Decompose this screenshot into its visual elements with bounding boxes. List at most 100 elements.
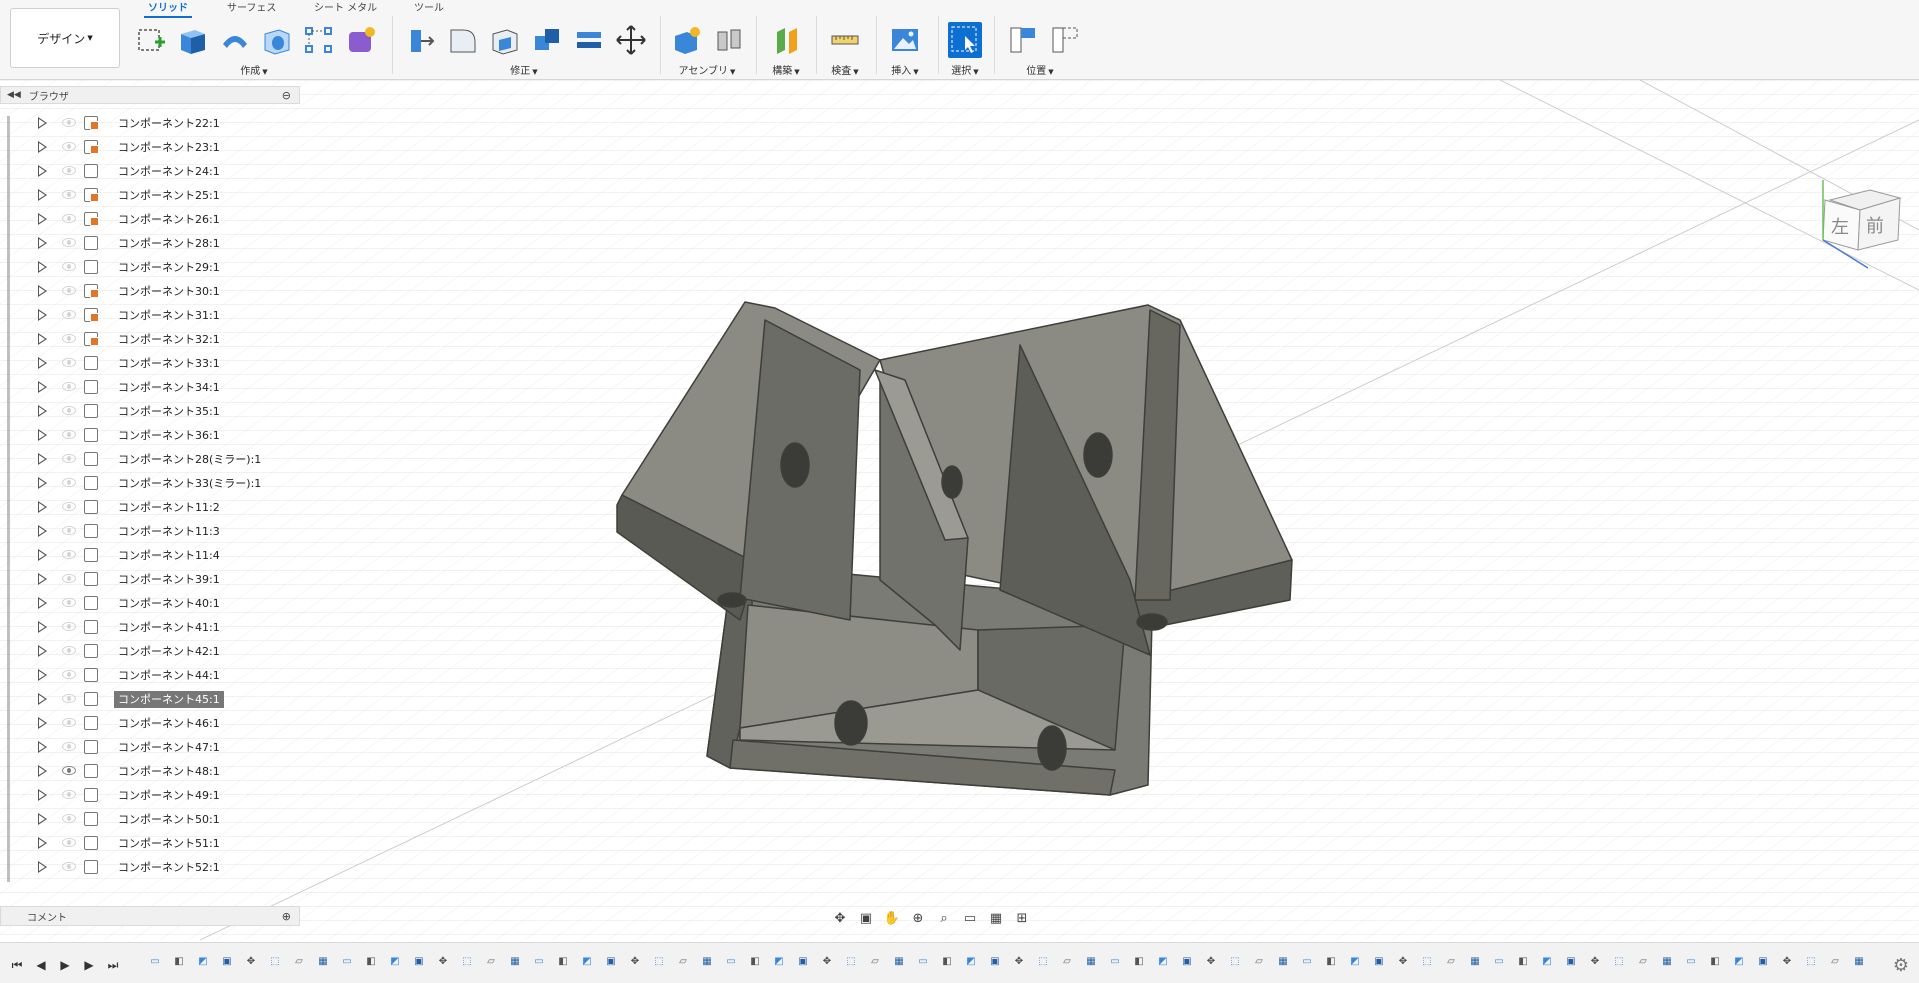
browser-row-label[interactable]: コンポーネント41:1 [114, 619, 224, 636]
visibility-eye-icon[interactable] [62, 790, 76, 799]
timeline-feature-icon[interactable]: ▭ [340, 954, 354, 968]
visibility-eye-icon[interactable] [62, 814, 76, 823]
expand-triangle-icon[interactable] [38, 861, 47, 873]
browser-row[interactable]: コンポーネント39:1 [10, 568, 300, 590]
timeline-feature-icon[interactable]: ▭ [1300, 954, 1314, 968]
timeline-feature-icon[interactable]: ▦ [316, 954, 330, 968]
revolve-button[interactable] [218, 22, 252, 58]
timeline-feature-icon[interactable]: ⬚ [844, 954, 858, 968]
visibility-eye-icon[interactable] [62, 502, 76, 511]
shell-button[interactable] [488, 22, 522, 58]
expand-triangle-icon[interactable] [38, 549, 47, 561]
expand-triangle-icon[interactable] [38, 813, 47, 825]
browser-row[interactable]: コンポーネント23:1 [10, 136, 300, 158]
revert-position-button[interactable] [1048, 22, 1082, 58]
timeline-feature-icon[interactable]: ◩ [1156, 954, 1170, 968]
viewports-icon[interactable]: ⊞ [1012, 909, 1032, 927]
select-button[interactable] [948, 22, 982, 58]
browser-row[interactable]: コンポーネント11:2 [10, 496, 300, 518]
expand-triangle-icon[interactable] [38, 717, 47, 729]
browser-row[interactable]: コンポーネント33:1 [10, 352, 300, 374]
browser-row-label[interactable]: コンポーネント11:4 [114, 547, 224, 564]
browser-row-label[interactable]: コンポーネント11:2 [114, 499, 224, 516]
expand-triangle-icon[interactable] [38, 645, 47, 657]
browser-row[interactable]: コンポーネント35:1 [10, 400, 300, 422]
joint-button[interactable] [712, 22, 746, 58]
timeline-feature-icon[interactable]: ▱ [1828, 954, 1842, 968]
browser-row[interactable]: コンポーネント45:1 [10, 688, 300, 710]
browser-row-label[interactable]: コンポーネント26:1 [114, 211, 224, 228]
browser-row-label[interactable]: コンポーネント32:1 [114, 331, 224, 348]
timeline-feature-icon[interactable]: ▭ [724, 954, 738, 968]
browser-row[interactable]: コンポーネント30:1 [10, 280, 300, 302]
expand-triangle-icon[interactable] [38, 213, 47, 225]
timeline-feature-icon[interactable]: ◧ [556, 954, 570, 968]
hole-button[interactable] [260, 22, 294, 58]
timeline-feature-icon[interactable]: ▭ [1684, 954, 1698, 968]
zoom-icon[interactable]: ⊕ [908, 909, 928, 927]
press-pull-button[interactable] [404, 22, 438, 58]
insert-image-button[interactable] [888, 22, 922, 58]
timeline-feature-icon[interactable]: ▣ [1372, 954, 1386, 968]
visibility-eye-icon[interactable] [62, 214, 76, 223]
visibility-eye-icon[interactable] [62, 838, 76, 847]
pattern-button[interactable] [302, 22, 336, 58]
browser-row-label[interactable]: コンポーネント48:1 [114, 763, 224, 780]
visibility-eye-icon[interactable] [62, 190, 76, 199]
timeline-feature-icon[interactable]: ◧ [1132, 954, 1146, 968]
expand-triangle-icon[interactable] [38, 237, 47, 249]
timeline-feature-icon[interactable]: ◩ [964, 954, 978, 968]
timeline-feature-icon[interactable]: ▣ [1564, 954, 1578, 968]
browser-row-label[interactable]: コンポーネント52:1 [114, 859, 224, 876]
group-inspect[interactable]: 検査 ▼ [831, 62, 858, 77]
browser-row[interactable]: コンポーネント40:1 [10, 592, 300, 614]
go-to-start-icon[interactable]: ⏮ [8, 957, 26, 973]
browser-row[interactable]: コンポーネント52:1 [10, 856, 300, 878]
browser-row-label[interactable]: コンポーネント30:1 [114, 283, 224, 300]
timeline-feature-icon[interactable]: ▱ [1444, 954, 1458, 968]
timeline-feature-icon[interactable]: ◧ [748, 954, 762, 968]
browser-row[interactable]: コンポーネント48:1 [10, 760, 300, 782]
move-button[interactable] [614, 22, 648, 58]
gear-icon[interactable]: ⚙ [1893, 955, 1909, 976]
expand-triangle-icon[interactable] [38, 141, 47, 153]
timeline-feature-icon[interactable]: ◧ [1324, 954, 1338, 968]
timeline-feature-icon[interactable]: ⬚ [652, 954, 666, 968]
go-to-end-icon[interactable]: ⏭ [104, 957, 122, 973]
browser-row-label[interactable]: コンポーネント33(ミラー):1 [114, 475, 265, 492]
browser-row-label[interactable]: コンポーネント40:1 [114, 595, 224, 612]
grid-settings-icon[interactable]: ▦ [986, 909, 1006, 927]
expand-triangle-icon[interactable] [38, 477, 47, 489]
timeline-feature-icon[interactable]: ◧ [364, 954, 378, 968]
browser-row[interactable]: コンポーネント32:1 [10, 328, 300, 350]
timeline-feature-icon[interactable]: ✥ [1012, 954, 1026, 968]
browser-row-label[interactable]: コンポーネント36:1 [114, 427, 224, 444]
expand-triangle-icon[interactable] [38, 261, 47, 273]
timeline-feature-icon[interactable]: ▭ [148, 954, 162, 968]
group-modify[interactable]: 修正 ▼ [510, 62, 537, 77]
timeline-feature-icon[interactable]: ▦ [508, 954, 522, 968]
timeline-feature-icon[interactable]: ⬚ [1228, 954, 1242, 968]
browser-row[interactable]: コンポーネント31:1 [10, 304, 300, 326]
expand-triangle-icon[interactable] [38, 165, 47, 177]
timeline-feature-icon[interactable]: ✥ [628, 954, 642, 968]
browser-row-label[interactable]: コンポーネント25:1 [114, 187, 224, 204]
timeline-feature-icon[interactable]: ▦ [1084, 954, 1098, 968]
timeline-feature-icon[interactable]: ⬚ [460, 954, 474, 968]
pan-icon[interactable]: ✋ [882, 909, 902, 927]
new-component-button[interactable] [670, 22, 704, 58]
expand-triangle-icon[interactable] [38, 741, 47, 753]
visibility-eye-icon[interactable] [62, 862, 76, 871]
orbit-icon[interactable]: ✥ [830, 909, 850, 927]
capture-position-button[interactable] [1006, 22, 1040, 58]
expand-triangle-icon[interactable] [38, 333, 47, 345]
visibility-eye-icon[interactable] [62, 574, 76, 583]
combine-button[interactable] [530, 22, 564, 58]
timeline-feature-icon[interactable]: ⬚ [1612, 954, 1626, 968]
tab-tools[interactable]: ツール [410, 2, 448, 18]
timeline-feature-icon[interactable]: ◩ [1732, 954, 1746, 968]
expand-triangle-icon[interactable] [38, 429, 47, 441]
group-select[interactable]: 選択 ▼ [951, 62, 978, 77]
timeline-feature-icon[interactable]: ▦ [1660, 954, 1674, 968]
collapse-icon[interactable]: ◀◀ [7, 90, 21, 100]
